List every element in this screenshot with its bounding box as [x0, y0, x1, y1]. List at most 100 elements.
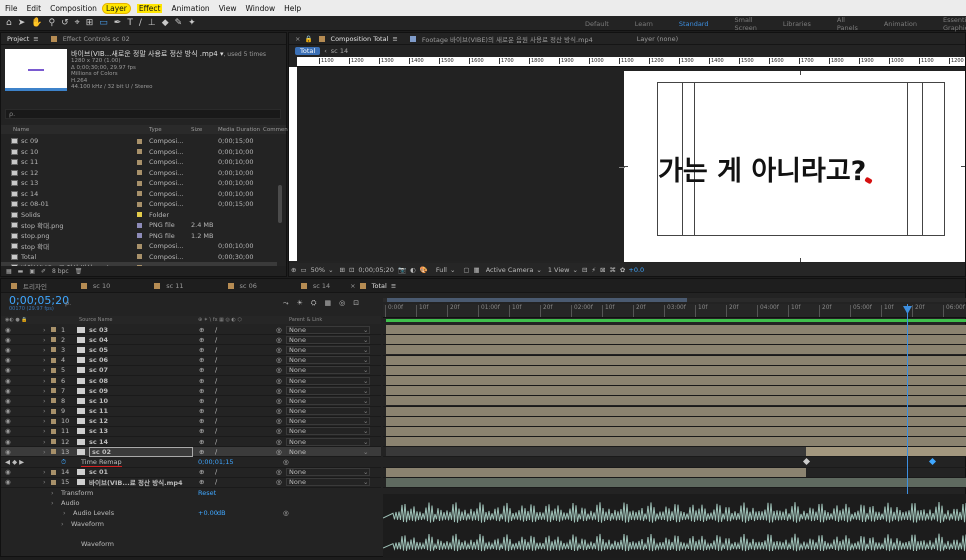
pickwhip-icon[interactable]: ◎	[276, 427, 282, 435]
exposure-value[interactable]: +0.0	[628, 266, 644, 274]
workspace-learn[interactable]: Learn	[635, 20, 653, 28]
property-label[interactable]: Transform	[61, 489, 93, 497]
col-size[interactable]: Size	[191, 127, 202, 133]
expand-triangle-icon[interactable]: ›	[43, 468, 46, 476]
expand-triangle-icon[interactable]: ›	[43, 397, 46, 405]
expand-triangle-icon[interactable]: ›	[63, 509, 66, 517]
expand-triangle-icon[interactable]: ›	[43, 326, 46, 334]
project-item[interactable]: sc 14 Composi... 0;00;10;00	[1, 189, 277, 200]
pickwhip-icon[interactable]: ◎	[276, 346, 282, 354]
expand-triangle-icon[interactable]: ›	[43, 366, 46, 374]
menu-window[interactable]: Window	[246, 4, 276, 13]
close-icon[interactable]: ×	[350, 282, 355, 290]
property-value[interactable]: +0.00	[198, 509, 218, 517]
tab-sc06[interactable]: sc 06	[240, 282, 257, 290]
layer-row[interactable]: ◉ › 10 sc 12 ⊕ ∕ ◎ None ⌄	[1, 417, 381, 427]
collapse-switch-icon[interactable]: ⊕	[199, 407, 204, 415]
reset-exposure-icon[interactable]: ✿	[620, 266, 625, 274]
tab-sc10[interactable]: sc 10	[93, 282, 110, 290]
resolution-select[interactable]: Full	[436, 266, 447, 274]
time-ruler[interactable]: 0:00f 10f 20f 01:00f 10f 20f 02:00f 10f 20f 03:00…	[383, 304, 966, 318]
layer-name[interactable]: sc 13	[89, 427, 108, 435]
rectangle-tool-icon[interactable]: ▭	[99, 16, 108, 31]
project-scrollbar[interactable]	[278, 185, 282, 223]
tab-trizain[interactable]: 트리자인	[23, 281, 47, 291]
tab-project[interactable]: Project	[7, 35, 29, 43]
layer-duration-bar[interactable]	[386, 426, 966, 436]
collapse-switch-icon[interactable]: ⊕	[199, 366, 204, 374]
expand-triangle-icon[interactable]: ›	[61, 520, 64, 528]
parent-select[interactable]: None	[286, 376, 370, 385]
quality-switch-icon[interactable]: ∕	[215, 417, 217, 425]
draft-3d-icon[interactable]: ☀	[297, 299, 303, 308]
collapse-switch-icon[interactable]: ⊕	[199, 468, 204, 476]
layer-name[interactable]: 바이브(VIB...료 정산 방식.mp4	[89, 477, 183, 487]
new-composition-icon[interactable]: ▣	[29, 268, 35, 275]
pickwhip-icon[interactable]: ◎	[276, 377, 282, 385]
delete-icon[interactable]: 🗑	[75, 268, 83, 275]
time-remap-label[interactable]: Time Remap	[81, 458, 122, 467]
workspace-standard[interactable]: Standard	[679, 20, 709, 28]
pan-behind-tool-icon[interactable]: ⊞	[86, 16, 94, 31]
eye-icon[interactable]: ◉	[5, 427, 11, 435]
expand-triangle-icon[interactable]: ›	[43, 478, 46, 486]
quality-switch-icon[interactable]: ∕	[215, 438, 217, 446]
eye-icon[interactable]: ◉	[5, 407, 11, 415]
project-item[interactable]: stop.png PNG file 1.2 MB	[1, 231, 277, 242]
pickwhip-icon[interactable]: ◎	[276, 326, 282, 334]
parent-select[interactable]: None	[286, 396, 370, 405]
property-label[interactable]: Audio Levels	[73, 509, 114, 517]
interpret-footage-icon[interactable]: ▦	[6, 268, 12, 275]
stopwatch-icon[interactable]: ⏱	[61, 458, 66, 467]
keyframe-marker[interactable]	[802, 458, 811, 466]
quality-switch-icon[interactable]: ∕	[215, 387, 217, 395]
parent-select[interactable]: None	[286, 386, 370, 395]
eye-icon[interactable]: ◉	[5, 346, 11, 354]
layer-duration-bar[interactable]	[386, 467, 806, 477]
label-swatch[interactable]	[51, 378, 56, 384]
color-channel-icon[interactable]: 🎨	[420, 266, 428, 274]
project-item[interactable]: sc 12 Composi... 0;00;10;00	[1, 168, 277, 179]
quality-switch-icon[interactable]: ∕	[215, 468, 217, 476]
layer-row[interactable]: ◉ › 4 sc 06 ⊕ ∕ ◎ None ⌄	[1, 356, 381, 366]
label-swatch[interactable]	[51, 347, 56, 353]
zoom-select[interactable]: 50%	[311, 266, 325, 274]
quality-switch-icon[interactable]: ∕	[215, 448, 217, 456]
home-icon[interactable]: ⌂	[6, 16, 12, 31]
tab-total[interactable]: Total	[372, 282, 387, 290]
col-comment[interactable]: Commen	[263, 127, 288, 133]
timeline-search-input[interactable]: ρ.	[63, 299, 273, 308]
layer-name[interactable]: sc 04	[89, 336, 108, 344]
views-select[interactable]: 1 View	[548, 266, 570, 274]
label-swatch[interactable]	[51, 418, 56, 424]
collapse-switch-icon[interactable]: ⊕	[199, 346, 204, 354]
eye-icon[interactable]: ◉	[5, 417, 11, 425]
eye-icon[interactable]: ◉	[5, 438, 11, 446]
caption-text[interactable]: 가는 게 아니라고?	[658, 149, 866, 188]
layer-duration-bar[interactable]	[386, 375, 966, 385]
tab-effect-controls[interactable]: Effect Controls sc 02	[63, 35, 130, 43]
label-swatch[interactable]	[137, 159, 142, 165]
menu-view[interactable]: View	[219, 4, 237, 13]
layer-name[interactable]: sc 02	[89, 446, 193, 457]
layer-duration-bar[interactable]	[806, 447, 966, 457]
layer-duration-bar[interactable]	[386, 365, 966, 375]
fit-icon[interactable]: ▭	[300, 266, 306, 274]
project-search-input[interactable]: ρ.	[5, 109, 281, 119]
tab-layer[interactable]: Layer (none)	[637, 35, 678, 43]
layer-name[interactable]: sc 06	[89, 356, 108, 364]
quality-switch-icon[interactable]: ∕	[215, 377, 217, 385]
layer-duration-bar[interactable]	[386, 437, 966, 447]
layer-name[interactable]: sc 09	[89, 387, 108, 395]
hand-tool-icon[interactable]: ✋	[31, 16, 42, 31]
close-icon[interactable]: ×	[295, 35, 300, 43]
layer-row[interactable]: ◉ › 11 sc 13 ⊕ ∕ ◎ None ⌄	[1, 427, 381, 438]
transparency-grid-icon[interactable]: ▦	[474, 266, 480, 274]
expand-triangle-icon[interactable]: ›	[51, 489, 54, 497]
col-parent-link[interactable]: Parent & Link	[289, 317, 322, 323]
quality-switch-icon[interactable]: ∕	[215, 356, 217, 364]
project-item[interactable]: sc 11 Composi... 0;00;10;00	[1, 157, 277, 168]
selection-tool-icon[interactable]: ➤	[18, 16, 26, 31]
layer-duration-bar[interactable]	[386, 447, 806, 457]
layer-row[interactable]: ◉ › 8 sc 10 ⊕ ∕ ◎ None ⌄	[1, 396, 381, 407]
